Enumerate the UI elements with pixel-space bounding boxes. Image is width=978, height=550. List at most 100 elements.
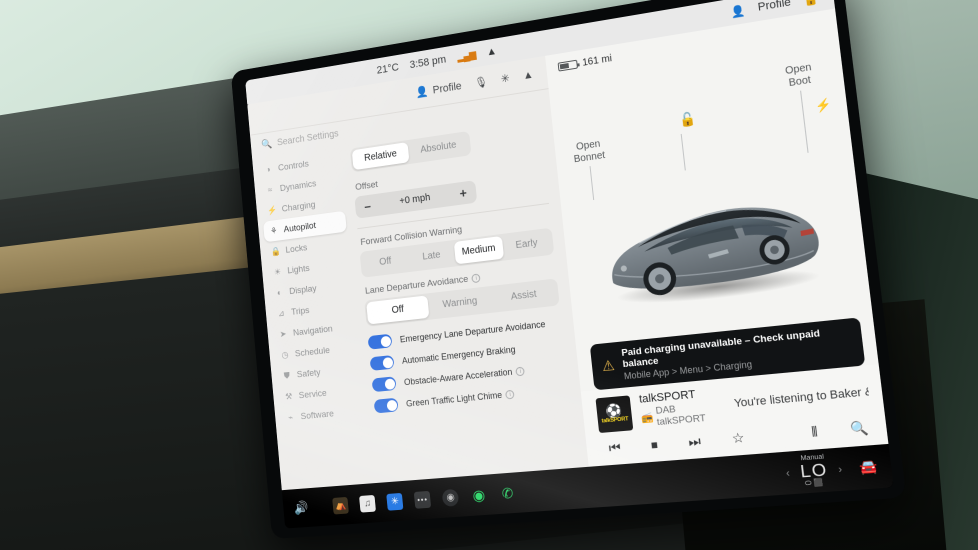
sidebar-item-label: Navigation (293, 323, 333, 338)
more-apps-icon[interactable]: ••• (414, 490, 431, 508)
sidebar-item-label: Schedule (294, 345, 330, 359)
sidebar-item-label: Service (298, 387, 327, 400)
camera-app-icon[interactable]: ◉ (442, 488, 460, 506)
sidebar-item-label: Display (289, 283, 317, 297)
sidebar-item-label: Charging (281, 199, 315, 214)
lda-option-warning[interactable]: Warning (427, 288, 492, 318)
sidebar-item-label: Safety (296, 367, 321, 380)
card-app-icon[interactable]: ♫ (359, 494, 376, 512)
service-icon: ⚒ (283, 391, 294, 402)
lda-option-assist[interactable]: Assist (490, 281, 557, 311)
controls-icon: ◑ (263, 164, 273, 175)
tesla-model-3-image[interactable] (586, 166, 839, 318)
schedule-icon: ◷ (280, 349, 290, 360)
dynamics-icon: ≈ (265, 185, 275, 196)
open-bonnet-button[interactable]: Open Bonnet (572, 138, 610, 202)
warning-triangle-icon: ⚠ (601, 357, 615, 375)
profile-icon[interactable]: 👤 (730, 3, 746, 19)
unlock-stalk-wrap (680, 131, 685, 171)
sidebar-item-label: Controls (278, 158, 310, 173)
toggle-label: Obstacle-Aware Acceleration (404, 367, 513, 387)
charging-icon: ⚡ (267, 204, 277, 216)
vehicle-stage: Open Bonnet 🔓 Open Boot ⚡ (547, 28, 873, 346)
info-icon[interactable]: i (472, 273, 481, 283)
climate-control: ‹ Manual LO ⬭⬛ › 🚘 (784, 450, 880, 489)
charge-bolt-icon[interactable]: ⚡ (814, 97, 832, 114)
offset-increase-button[interactable]: + (459, 186, 467, 200)
toggle-switch[interactable] (368, 334, 393, 350)
info-icon[interactable]: i (505, 389, 515, 399)
info-icon[interactable]: i (516, 366, 526, 376)
profile-icon: 👤 (415, 85, 429, 99)
fcw-option-late[interactable]: Late (407, 242, 456, 270)
trips-icon: ⊿ (276, 307, 286, 318)
station-artwork-label: talkSPORT (601, 416, 628, 424)
favorite-star-button[interactable]: ☆ (731, 430, 745, 448)
previous-track-button[interactable]: ⏮ (608, 440, 622, 457)
sidebar-item-label: Software (300, 408, 334, 422)
clock: 3:58 pm (409, 54, 447, 71)
sidebar-item-label: Locks (285, 242, 308, 255)
lda-option-off[interactable]: Off (366, 295, 429, 324)
toggle-label: Automatic Emergency Braking (402, 344, 516, 365)
volume-icon[interactable]: 🔊 (293, 500, 309, 516)
app-launcher-icons: ⛺ ♫ ✳ ••• ◉ ◉ ✆ (332, 484, 516, 514)
autopilot-settings-content: Relative Absolute Offset – +0 mph + Forw… (342, 111, 589, 483)
bluetooth-app-icon[interactable]: ✳ (386, 492, 403, 510)
sidebar-item-label: Autopilot (283, 220, 316, 235)
screen-display: 21°C 3:58 pm ▂▄▆ ▲ 👤 Profile 🔒 👤 Profile… (245, 0, 894, 529)
settings-panel: 👤 Profile 🎙 ✳ ▲ 🔍 Search Settings ◑ Cont… (247, 56, 588, 490)
media-search-button[interactable]: 🔍 (850, 419, 870, 438)
fcw-option-medium[interactable]: Medium (454, 236, 504, 264)
search-icon: 🔍 (261, 139, 273, 151)
display-icon: ◐ (274, 287, 284, 298)
autopilot-icon: ⚘ (269, 225, 279, 237)
outside-temperature: 21°C (376, 62, 399, 77)
settings-profile-button[interactable]: 👤 Profile (415, 79, 462, 99)
offset-value: +0 mph (399, 192, 431, 207)
offset-decrease-button[interactable]: – (364, 200, 372, 213)
tesla-app-icon[interactable]: ⛺ (332, 496, 349, 514)
navigation-icon: ➤ (278, 328, 288, 339)
station-artwork: ⚽ talkSPORT (595, 395, 633, 433)
spotify-app-icon[interactable]: ◉ (470, 486, 488, 504)
now-playing-text: You're listening to Baker & (733, 385, 869, 409)
bluetooth-icon[interactable]: ✳ (500, 72, 510, 86)
speed-mode-option-relative[interactable]: Relative (352, 142, 410, 170)
fcw-option-off[interactable]: Off (362, 248, 410, 276)
cellular-signal-icon: ▂▄▆ (457, 49, 476, 63)
lock-icon: 🔒 (270, 246, 280, 258)
car-icon[interactable]: 🚘 (859, 458, 879, 477)
wifi-icon[interactable]: ▲ (522, 68, 534, 81)
equalizer-button[interactable]: ⦀ (810, 424, 818, 442)
profile-label[interactable]: Profile (757, 0, 791, 14)
screen-bezel: 21°C 3:58 pm ▂▄▆ ▲ 👤 Profile 🔒 👤 Profile… (231, 0, 907, 539)
sidebar-item-label: Dynamics (279, 178, 316, 193)
speed-mode-option-absolute[interactable]: Absolute (408, 133, 470, 162)
lock-icon[interactable]: 🔒 (803, 0, 819, 7)
toggle-switch[interactable] (372, 376, 397, 392)
climate-increase-button[interactable]: › (838, 463, 843, 475)
microphone-icon[interactable]: 🎙 (474, 75, 488, 90)
toggle-label: Green Traffic Light Chime (406, 390, 503, 409)
phone-app-icon[interactable]: ✆ (498, 484, 516, 502)
unlock-icon[interactable]: 🔓 (678, 110, 696, 129)
safety-icon: ⛊ (282, 370, 293, 381)
seat-heater-icons[interactable]: ⬭⬛ (801, 479, 829, 488)
settings-profile-label: Profile (432, 80, 462, 96)
climate-readout[interactable]: Manual LO ⬭⬛ (799, 454, 830, 489)
callout-stalk (800, 91, 809, 153)
autopilot-toggle-list: Emergency Lane Departure Avoidance Autom… (368, 315, 570, 413)
toggle-switch[interactable] (374, 398, 399, 414)
next-track-button[interactable]: ⏭ (688, 433, 702, 451)
climate-decrease-button[interactable]: ‹ (785, 467, 790, 479)
sidebar-item-label: Lights (287, 263, 310, 276)
sidebar-item-label: Trips (291, 305, 310, 317)
callout-stalk (681, 134, 686, 171)
toggle-switch[interactable] (370, 355, 395, 371)
lights-icon: ☀ (272, 266, 282, 277)
fcw-option-early[interactable]: Early (501, 230, 552, 259)
wifi-icon: ▲ (486, 45, 497, 58)
software-icon: ⌁ (285, 412, 296, 423)
stop-button[interactable]: ⏹ (650, 437, 658, 454)
